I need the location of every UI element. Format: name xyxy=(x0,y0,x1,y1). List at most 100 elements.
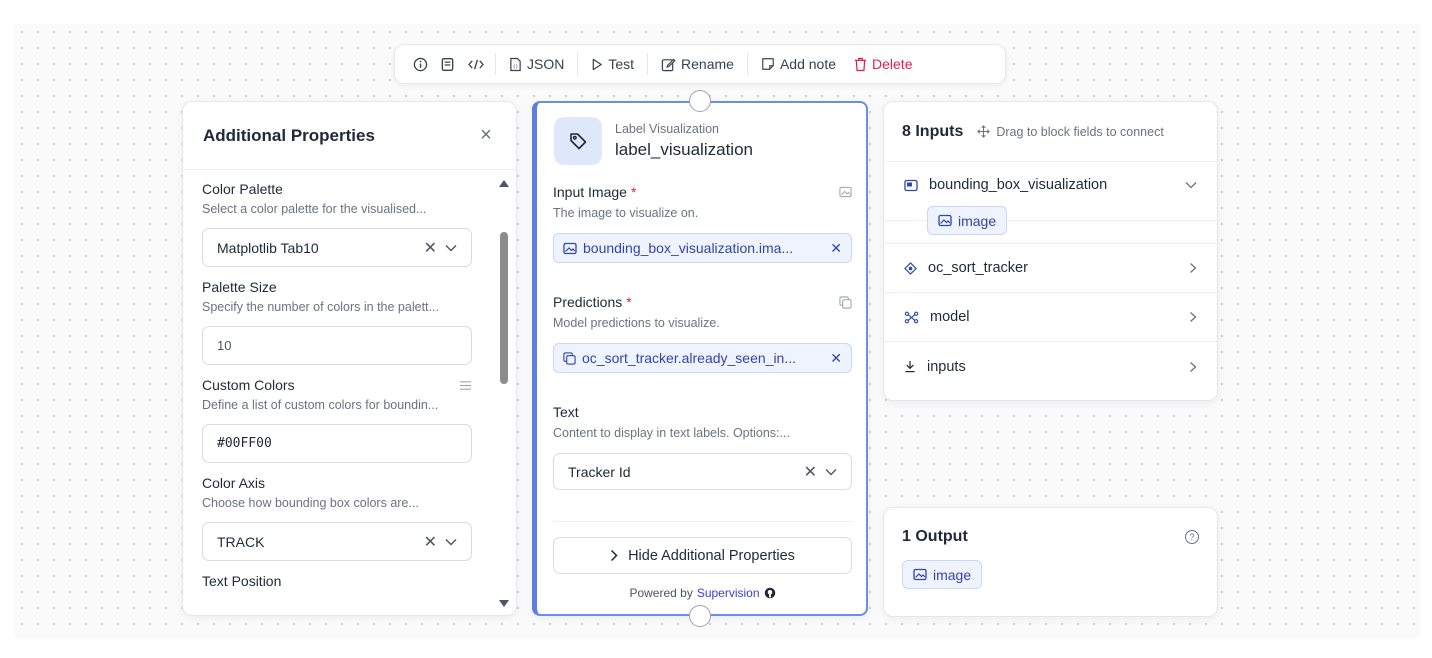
add-note-label: Add note xyxy=(779,56,837,72)
chip-value: bounding_box_visualization.ima... xyxy=(583,240,794,256)
image-input-chip[interactable]: image xyxy=(927,206,1008,235)
node-output-handle[interactable] xyxy=(689,605,711,627)
chip-label: image xyxy=(933,566,972,583)
image-icon xyxy=(938,214,952,227)
image-output-chip[interactable]: image xyxy=(902,560,983,589)
test-label: Test xyxy=(608,56,635,72)
input-image-connection-chip[interactable]: bounding_box_visualization.ima... ✕ xyxy=(553,233,852,263)
close-icon[interactable]: × xyxy=(476,124,496,147)
field-label: Custom Colors xyxy=(202,377,472,393)
select-value: Tracker Id xyxy=(568,463,631,480)
predictions-connection-chip[interactable]: oc_sort_tracker.already_seen_in... ✕ xyxy=(553,343,852,373)
list-icon[interactable] xyxy=(459,380,472,391)
color-palette-select[interactable]: Matplotlib Tab10 ✕ xyxy=(202,228,472,267)
field-description: Choose how bounding box colors are... xyxy=(202,496,419,510)
hint-text: Drag to block fields to connect xyxy=(996,124,1164,139)
info-icon xyxy=(413,57,428,71)
code-button[interactable] xyxy=(461,50,491,78)
predictions-icon xyxy=(563,351,576,365)
text-select[interactable]: Tracker Id ✕ xyxy=(553,453,852,490)
powered-by: Powered by Supervision xyxy=(553,586,852,600)
select-value: TRACK xyxy=(217,533,265,550)
field-label: Color Palette xyxy=(202,181,283,197)
field-description: Model predictions to visualize. xyxy=(553,316,720,330)
rename-button[interactable]: Rename xyxy=(652,50,743,78)
chevron-right-icon xyxy=(1190,312,1197,322)
palette-size-input[interactable]: 10 xyxy=(202,326,472,365)
input-image-field: Input Image * The image to visualize on. … xyxy=(553,184,852,263)
toolbar-divider xyxy=(495,53,496,75)
scrollbar-thumb[interactable] xyxy=(500,232,508,384)
add-note-button[interactable]: Add note xyxy=(752,50,845,78)
move-icon xyxy=(977,125,991,138)
tag-icon xyxy=(554,117,602,165)
text-field: Text Content to display in text labels. … xyxy=(553,404,852,490)
divider xyxy=(553,521,852,522)
chevron-right-icon xyxy=(1190,361,1197,372)
chevron-down-icon[interactable] xyxy=(445,533,457,551)
tracker-icon xyxy=(904,261,917,275)
input-group-oc-sort-tracker[interactable]: oc_sort_tracker xyxy=(884,244,1217,293)
image-icon xyxy=(913,568,927,581)
input-value: #00FF00 xyxy=(217,436,272,451)
chevron-down-icon[interactable] xyxy=(445,239,457,257)
info-button[interactable] xyxy=(407,50,434,78)
note-icon xyxy=(762,58,774,70)
custom-colors-field: Custom Colors Define a list of custom co… xyxy=(202,377,472,463)
chevron-down-icon[interactable] xyxy=(1185,181,1197,189)
input-group-name: oc_sort_tracker xyxy=(928,260,1028,276)
rename-label: Rename xyxy=(681,56,734,72)
field-label-text: Custom Colors xyxy=(202,377,295,393)
clear-icon[interactable]: ✕ xyxy=(804,462,817,482)
panel-header: Additional Properties × xyxy=(183,102,516,170)
powered-by-text: Powered by xyxy=(629,586,693,600)
github-icon[interactable] xyxy=(764,587,776,599)
color-axis-select[interactable]: TRACK ✕ xyxy=(202,522,472,561)
chip-value: oc_sort_tracker.already_seen_in... xyxy=(582,350,797,366)
toolbar-divider xyxy=(577,53,579,75)
button-label: Hide Additional Properties xyxy=(628,547,795,564)
field-description: Content to display in text labels. Optio… xyxy=(553,426,790,440)
download-icon xyxy=(905,360,915,373)
input-group-inputs[interactable]: inputs xyxy=(884,342,1217,391)
image-icon xyxy=(839,186,852,198)
clear-icon[interactable]: ✕ xyxy=(424,238,437,258)
required-marker: * xyxy=(626,294,632,310)
node-header: Label Visualization label_visualization xyxy=(537,103,866,165)
remove-icon[interactable]: ✕ xyxy=(830,240,842,257)
json-file-icon: {} xyxy=(510,57,521,71)
scroll-up-arrow-icon[interactable] xyxy=(499,180,509,187)
chevron-down-icon[interactable] xyxy=(825,463,837,481)
supervision-link[interactable]: Supervision xyxy=(697,586,760,600)
docs-button[interactable] xyxy=(434,50,461,78)
scroll-down-arrow-icon[interactable] xyxy=(499,600,509,607)
required-marker: * xyxy=(630,184,637,200)
input-group-model[interactable]: model xyxy=(884,293,1217,342)
input-group-name: model xyxy=(930,309,970,325)
inputs-title: 8 Inputs xyxy=(902,122,964,140)
json-button[interactable]: {} JSON xyxy=(500,50,573,78)
help-icon[interactable]: ? xyxy=(1185,530,1199,544)
text-position-field: Text Position xyxy=(202,573,472,589)
remove-icon[interactable]: ✕ xyxy=(830,350,842,367)
chevron-right-icon xyxy=(611,549,618,562)
field-description: Specify the number of colors in the pale… xyxy=(202,300,439,314)
select-value: Matplotlib Tab10 xyxy=(217,239,319,256)
label-visualization-node[interactable]: Label Visualization label_visualization … xyxy=(532,101,868,616)
svg-text:{}: {} xyxy=(513,64,519,70)
field-label: Input Image * xyxy=(553,184,852,200)
chip-label: image xyxy=(958,212,997,229)
input-group-header[interactable]: bounding_box_visualization xyxy=(904,162,1197,208)
play-icon xyxy=(593,58,603,70)
toolbar-divider xyxy=(647,53,649,75)
node-input-handle[interactable] xyxy=(689,90,711,112)
clear-icon[interactable]: ✕ xyxy=(424,532,437,552)
input-group-name: inputs xyxy=(927,358,966,375)
delete-button[interactable]: Delete xyxy=(845,50,921,78)
custom-colors-input[interactable]: #00FF00 xyxy=(202,424,472,463)
test-button[interactable]: Test xyxy=(582,50,643,78)
field-label: Predictions * xyxy=(553,294,852,310)
field-description: The image to visualize on. xyxy=(553,206,699,220)
hide-additional-properties-button[interactable]: Hide Additional Properties xyxy=(553,537,852,574)
scrollbar[interactable] xyxy=(498,180,510,607)
